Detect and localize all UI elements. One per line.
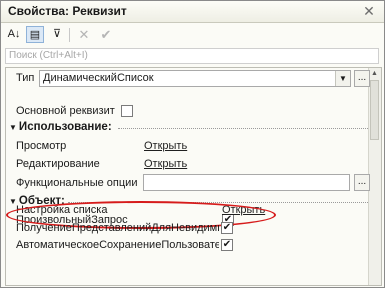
type-label: Тип — [16, 72, 35, 84]
properties-window: Свойства: Реквизит ✕ A↓ ▤ ⊽ ✕ ✔ Поиск (C… — [0, 0, 385, 288]
close-icon[interactable]: ✕ — [361, 3, 377, 19]
view-open-link[interactable]: Открыть — [144, 140, 187, 152]
apply-icon[interactable]: ✔ — [97, 26, 115, 43]
edit-open-link[interactable]: Открыть — [144, 158, 187, 170]
invisible-representations-checkbox[interactable]: ✔ — [221, 222, 233, 234]
categories-view-icon[interactable]: ▤ — [26, 26, 44, 43]
title-bar: Свойства: Реквизит ✕ — [1, 1, 384, 23]
invisible-representations-label: ПолучениеПредставленийДляНевидимых — [16, 222, 219, 234]
scroll-up-icon[interactable]: ▲ — [371, 70, 378, 77]
search-input[interactable]: Поиск (Ctrl+Alt+I) — [5, 48, 379, 64]
toolbar: A↓ ▤ ⊽ ✕ ✔ — [1, 23, 384, 47]
toolbar-separator — [69, 28, 70, 42]
autosave-user-settings-checkbox[interactable]: ✔ — [221, 239, 233, 251]
functional-options-label: Функциональные опции — [16, 177, 138, 189]
usage-section-header[interactable]: ▼ Использование: — [9, 121, 112, 133]
scrollbar-thumb[interactable] — [370, 80, 379, 140]
section-divider — [118, 128, 368, 129]
usage-section-title: Использование: — [18, 121, 112, 133]
functional-options-field[interactable] — [143, 174, 350, 191]
delete-icon[interactable]: ✕ — [75, 26, 93, 43]
main-attribute-label: Основной реквизит — [16, 105, 115, 117]
type-select-button[interactable]: ... — [354, 70, 370, 87]
type-field[interactable]: ДинамическийСписок ▼ — [39, 70, 351, 87]
type-value: ДинамическийСписок — [43, 72, 154, 84]
collapse-icon[interactable]: ▼ — [9, 123, 17, 132]
main-attribute-checkbox[interactable] — [121, 105, 133, 117]
edit-label: Редактирование — [16, 158, 100, 170]
view-label: Просмотр — [16, 140, 67, 152]
sort-alphabetically-icon[interactable]: A↓ — [5, 26, 23, 43]
functional-options-button[interactable]: ... — [354, 174, 370, 191]
filter-icon[interactable]: ⊽ — [48, 26, 66, 43]
autosave-user-settings-label: АвтоматическоеСохранениеПользователь — [16, 239, 219, 251]
chevron-down-icon[interactable]: ▼ — [335, 71, 350, 86]
properties-panel: ▲ Тип ДинамическийСписок ▼ ... Основной … — [5, 67, 382, 286]
window-title: Свойства: Реквизит — [8, 4, 127, 18]
